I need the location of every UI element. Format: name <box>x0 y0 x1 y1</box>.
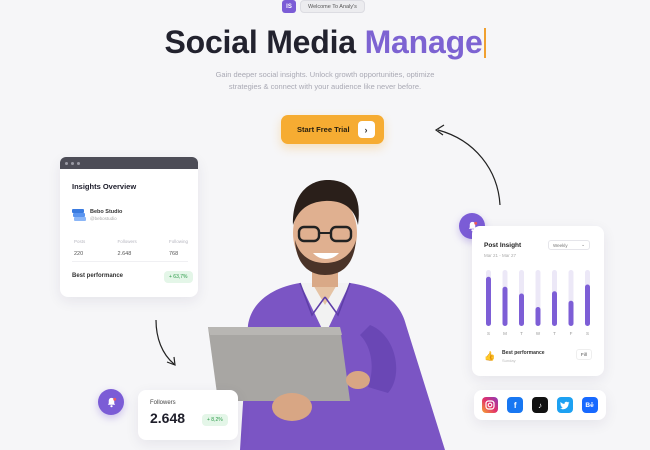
date-range: Mar 21 - Mar 27 <box>484 253 517 258</box>
day-label: T <box>520 331 523 336</box>
curved-arrow-down-icon <box>155 319 176 366</box>
insights-title: Insights Overview <box>72 182 137 191</box>
bar <box>552 291 557 326</box>
bell-icon <box>107 397 116 407</box>
chevron-right-icon: › <box>357 121 375 138</box>
behance-icon[interactable]: Bē <box>581 397 598 413</box>
stat-posts: Posts 220 <box>74 239 86 257</box>
instagram-icon[interactable] <box>482 397 499 413</box>
post-best-label: Best performance <box>502 350 545 356</box>
stats-row: Posts 220 Followers 2.648 Following 768 <box>74 239 188 257</box>
twitter-icon[interactable] <box>556 397 573 413</box>
day-label: W <box>536 331 541 336</box>
user-name: Bebo Studio <box>90 209 123 215</box>
bar <box>568 300 574 326</box>
divider <box>72 261 188 262</box>
title-dark: Social Media <box>164 24 365 60</box>
stat-following: Following 768 <box>168 239 188 257</box>
followers-growth-badge: + 8,2% <box>202 414 228 426</box>
chevron-down-icon: ⌄ <box>581 242 585 247</box>
post-insight-title: Post Insight <box>484 242 522 249</box>
title-accent: Manage <box>364 24 483 60</box>
best-performance-label: Best performance <box>72 273 124 279</box>
day-label: T <box>553 331 556 336</box>
post-best-sub: Sunday <box>502 358 516 363</box>
period-select[interactable]: Weekly ⌄ <box>548 240 590 250</box>
bar <box>502 286 508 326</box>
bar <box>585 284 590 326</box>
followers-card: Followers 2.648 + 8,2% <box>138 390 238 440</box>
insights-overview-card: Insights Overview Bebo Studio @bebostudi… <box>60 157 198 297</box>
stat-followers: Followers 2.648 <box>117 239 137 257</box>
subtitle-line-2: strategies & connect with your audience … <box>228 82 422 91</box>
bar <box>535 306 541 326</box>
day-label: F <box>570 331 573 336</box>
bar <box>519 293 524 326</box>
page-title: Social Media Manage <box>0 24 650 61</box>
social-icons-bar: f ♪ Bē <box>474 390 606 420</box>
window-bar <box>60 157 198 169</box>
facebook-icon[interactable]: f <box>507 397 524 413</box>
thumbs-up-icon: 👍 <box>484 351 496 361</box>
user-handle: @bebostudio <box>90 216 117 221</box>
followers-label: Followers <box>150 400 176 406</box>
growth-badge: + 63,7% <box>164 271 193 283</box>
subtitle: Gain deeper social insights. Unlock grow… <box>200 69 450 93</box>
post-insight-card: Post Insight Mar 21 - Mar 27 Weekly ⌄ S M… <box>472 226 604 376</box>
post-pill[interactable]: Fill <box>576 349 592 360</box>
day-label: S <box>487 331 490 336</box>
text-caret <box>483 28 486 58</box>
post-insight-bar-chart: SMTWTFS <box>486 270 590 336</box>
tiktok-icon[interactable]: ♪ <box>531 397 548 413</box>
followers-value: 2.648 <box>150 410 186 426</box>
day-label: M <box>503 331 507 336</box>
subtitle-line-1: Gain deeper social insights. Unlock grow… <box>215 70 435 79</box>
user-row[interactable]: Bebo Studio @bebostudio <box>72 209 122 221</box>
logo-icon: IS <box>282 0 296 13</box>
top-badge: IS Welcome To Analy's <box>282 0 365 13</box>
day-label: S <box>586 331 589 336</box>
welcome-pill: Welcome To Analy's <box>300 0 365 13</box>
cta-label: Start Free Trial <box>297 125 350 134</box>
layers-icon <box>72 209 86 221</box>
start-free-trial-button[interactable]: Start Free Trial › <box>281 115 384 144</box>
bar <box>486 276 491 326</box>
notification-button-2[interactable] <box>98 389 124 415</box>
